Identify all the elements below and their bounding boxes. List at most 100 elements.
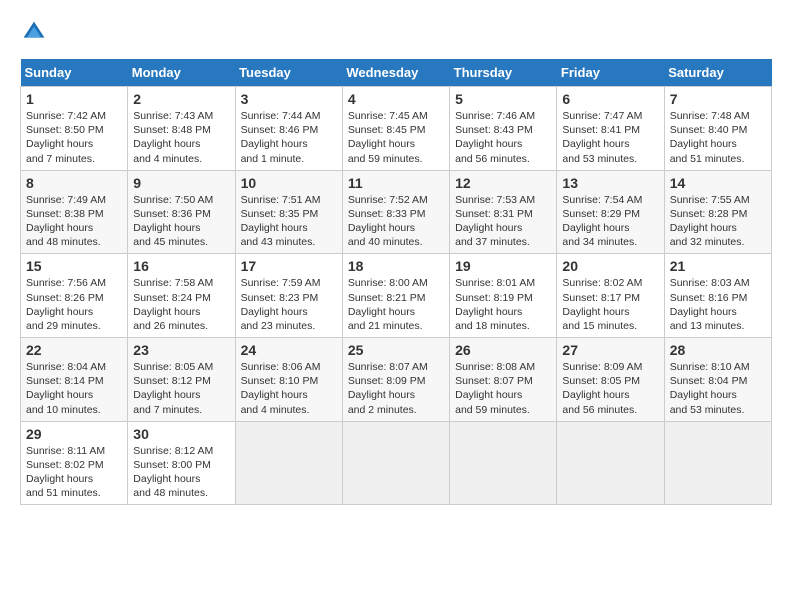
- day-info: Sunrise: 7:50 AMSunset: 8:36 PMDaylight …: [133, 194, 213, 249]
- day-number: 12: [455, 175, 551, 191]
- day-number: 16: [133, 258, 229, 274]
- day-number: 30: [133, 426, 229, 442]
- day-number: 25: [348, 342, 444, 358]
- day-number: 5: [455, 91, 551, 107]
- day-cell-7: 7 Sunrise: 7:48 AMSunset: 8:40 PMDaylight…: [664, 87, 771, 171]
- day-info: Sunrise: 7:43 AMSunset: 8:48 PMDaylight …: [133, 110, 213, 165]
- day-cell-24: 24 Sunrise: 8:06 AMSunset: 8:10 PMDayligh…: [235, 338, 342, 422]
- day-number: 24: [241, 342, 337, 358]
- day-info: Sunrise: 8:05 AMSunset: 8:12 PMDaylight …: [133, 361, 213, 416]
- calendar-week-3: 15 Sunrise: 7:56 AMSunset: 8:26 PMDayligh…: [21, 254, 772, 338]
- day-info: Sunrise: 7:45 AMSunset: 8:45 PMDaylight …: [348, 110, 428, 165]
- day-cell-30: 30 Sunrise: 8:12 AMSunset: 8:00 PMDayligh…: [128, 421, 235, 505]
- day-number: 18: [348, 258, 444, 274]
- day-info: Sunrise: 8:10 AMSunset: 8:04 PMDaylight …: [670, 361, 750, 416]
- day-number: 20: [562, 258, 658, 274]
- day-cell-16: 16Sunrise: 7:58 AMSunset: 8:24 PMDayligh…: [128, 254, 235, 338]
- day-number: 28: [670, 342, 766, 358]
- day-cell-1: 1 Sunrise: 7:42 AMSunset: 8:50 PMDaylight…: [21, 87, 128, 171]
- col-sunday: Sunday: [21, 59, 128, 87]
- day-cell-21: 21 Sunrise: 8:03 AMSunset: 8:16 PMDayligh…: [664, 254, 771, 338]
- day-number: 27: [562, 342, 658, 358]
- page-header: [20, 20, 772, 49]
- day-info: Sunrise: 7:47 AMSunset: 8:41 PMDaylight …: [562, 110, 642, 165]
- col-monday: Monday: [128, 59, 235, 87]
- day-number: 13: [562, 175, 658, 191]
- day-info: Sunrise: 8:07 AMSunset: 8:09 PMDaylight …: [348, 361, 428, 416]
- day-info: Sunrise: 8:06 AMSunset: 8:10 PMDaylight …: [241, 361, 321, 416]
- col-thursday: Thursday: [450, 59, 557, 87]
- day-number: 23: [133, 342, 229, 358]
- day-info: Sunrise: 8:03 AMSunset: 8:16 PMDaylight …: [670, 277, 750, 332]
- day-number: 8: [26, 175, 122, 191]
- day-info: Sunrise: 8:00 AMSunset: 8:21 PMDaylight …: [348, 277, 428, 332]
- day-cell-18: 18 Sunrise: 8:00 AMSunset: 8:21 PMDayligh…: [342, 254, 449, 338]
- day-info: Sunrise: 8:08 AMSunset: 8:07 PMDaylight …: [455, 361, 535, 416]
- day-info: Sunrise: 8:09 AMSunset: 8:05 PMDaylight …: [562, 361, 642, 416]
- day-number: 21: [670, 258, 766, 274]
- day-cell-25: 25 Sunrise: 8:07 AMSunset: 8:09 PMDayligh…: [342, 338, 449, 422]
- logo-icon: [22, 20, 46, 44]
- day-number: 26: [455, 342, 551, 358]
- day-info: Sunrise: 7:46 AMSunset: 8:43 PMDaylight …: [455, 110, 535, 165]
- col-wednesday: Wednesday: [342, 59, 449, 87]
- day-info: Sunrise: 7:53 AMSunset: 8:31 PMDaylight …: [455, 194, 535, 249]
- day-info: Sunrise: 7:56 AMSunset: 8:26 PMDaylight …: [26, 277, 106, 332]
- calendar-table: Sunday Monday Tuesday Wednesday Thursday…: [20, 59, 772, 505]
- day-cell-12: 12 Sunrise: 7:53 AMSunset: 8:31 PMDayligh…: [450, 170, 557, 254]
- day-cell-5: 5 Sunrise: 7:46 AMSunset: 8:43 PMDaylight…: [450, 87, 557, 171]
- calendar-week-2: 8Sunrise: 7:49 AMSunset: 8:38 PMDaylight…: [21, 170, 772, 254]
- day-info: Sunrise: 7:48 AMSunset: 8:40 PMDaylight …: [670, 110, 750, 165]
- calendar-week-1: 1 Sunrise: 7:42 AMSunset: 8:50 PMDaylight…: [21, 87, 772, 171]
- day-info: Sunrise: 7:44 AMSunset: 8:46 PMDaylight …: [241, 110, 321, 165]
- day-info: Sunrise: 8:04 AMSunset: 8:14 PMDaylight …: [26, 361, 106, 416]
- empty-cell: [235, 421, 342, 505]
- day-cell-26: 26 Sunrise: 8:08 AMSunset: 8:07 PMDayligh…: [450, 338, 557, 422]
- day-number: 22: [26, 342, 122, 358]
- day-info: Sunrise: 8:11 AMSunset: 8:02 PMDaylight …: [26, 445, 105, 500]
- day-number: 9: [133, 175, 229, 191]
- day-cell-19: 19 Sunrise: 8:01 AMSunset: 8:19 PMDayligh…: [450, 254, 557, 338]
- day-info: Sunrise: 7:55 AMSunset: 8:28 PMDaylight …: [670, 194, 750, 249]
- calendar-week-5: 29 Sunrise: 8:11 AMSunset: 8:02 PMDayligh…: [21, 421, 772, 505]
- day-number: 4: [348, 91, 444, 107]
- logo: [20, 20, 50, 49]
- day-cell-28: 28 Sunrise: 8:10 AMSunset: 8:04 PMDayligh…: [664, 338, 771, 422]
- day-info: Sunrise: 7:42 AMSunset: 8:50 PMDaylight …: [26, 110, 106, 165]
- day-cell-29: 29 Sunrise: 8:11 AMSunset: 8:02 PMDayligh…: [21, 421, 128, 505]
- day-info: Sunrise: 7:52 AMSunset: 8:33 PMDaylight …: [348, 194, 428, 249]
- day-info: Sunrise: 7:54 AMSunset: 8:29 PMDaylight …: [562, 194, 642, 249]
- day-cell-8: 8Sunrise: 7:49 AMSunset: 8:38 PMDaylight…: [21, 170, 128, 254]
- day-cell-6: 6 Sunrise: 7:47 AMSunset: 8:41 PMDaylight…: [557, 87, 664, 171]
- empty-cell: [450, 421, 557, 505]
- day-cell-13: 13 Sunrise: 7:54 AMSunset: 8:29 PMDayligh…: [557, 170, 664, 254]
- day-cell-20: 20Sunrise: 8:02 AMSunset: 8:17 PMDayligh…: [557, 254, 664, 338]
- day-cell-9: 9 Sunrise: 7:50 AMSunset: 8:36 PMDaylight…: [128, 170, 235, 254]
- col-tuesday: Tuesday: [235, 59, 342, 87]
- day-cell-4: 4 Sunrise: 7:45 AMSunset: 8:45 PMDaylight…: [342, 87, 449, 171]
- col-saturday: Saturday: [664, 59, 771, 87]
- day-number: 10: [241, 175, 337, 191]
- day-number: 19: [455, 258, 551, 274]
- day-info: Sunrise: 7:59 AMSunset: 8:23 PMDaylight …: [241, 277, 321, 332]
- day-cell-22: 22 Sunrise: 8:04 AMSunset: 8:14 PMDayligh…: [21, 338, 128, 422]
- day-number: 2: [133, 91, 229, 107]
- day-info: Sunrise: 7:51 AMSunset: 8:35 PMDaylight …: [241, 194, 321, 249]
- empty-cell: [342, 421, 449, 505]
- day-cell-15: 15 Sunrise: 7:56 AMSunset: 8:26 PMDayligh…: [21, 254, 128, 338]
- day-cell-27: 27 Sunrise: 8:09 AMSunset: 8:05 PMDayligh…: [557, 338, 664, 422]
- header-row: Sunday Monday Tuesday Wednesday Thursday…: [21, 59, 772, 87]
- day-cell-17: 17 Sunrise: 7:59 AMSunset: 8:23 PMDayligh…: [235, 254, 342, 338]
- calendar-week-4: 22 Sunrise: 8:04 AMSunset: 8:14 PMDayligh…: [21, 338, 772, 422]
- day-info: Sunrise: 8:01 AMSunset: 8:19 PMDaylight …: [455, 277, 535, 332]
- day-number: 29: [26, 426, 122, 442]
- day-number: 1: [26, 91, 122, 107]
- day-number: 11: [348, 175, 444, 191]
- day-number: 17: [241, 258, 337, 274]
- day-number: 7: [670, 91, 766, 107]
- day-cell-23: 23 Sunrise: 8:05 AMSunset: 8:12 PMDayligh…: [128, 338, 235, 422]
- day-info: Sunrise: 8:12 AMSunset: 8:00 PMDaylight …: [133, 445, 213, 500]
- day-cell-10: 10 Sunrise: 7:51 AMSunset: 8:35 PMDayligh…: [235, 170, 342, 254]
- day-number: 15: [26, 258, 122, 274]
- day-number: 6: [562, 91, 658, 107]
